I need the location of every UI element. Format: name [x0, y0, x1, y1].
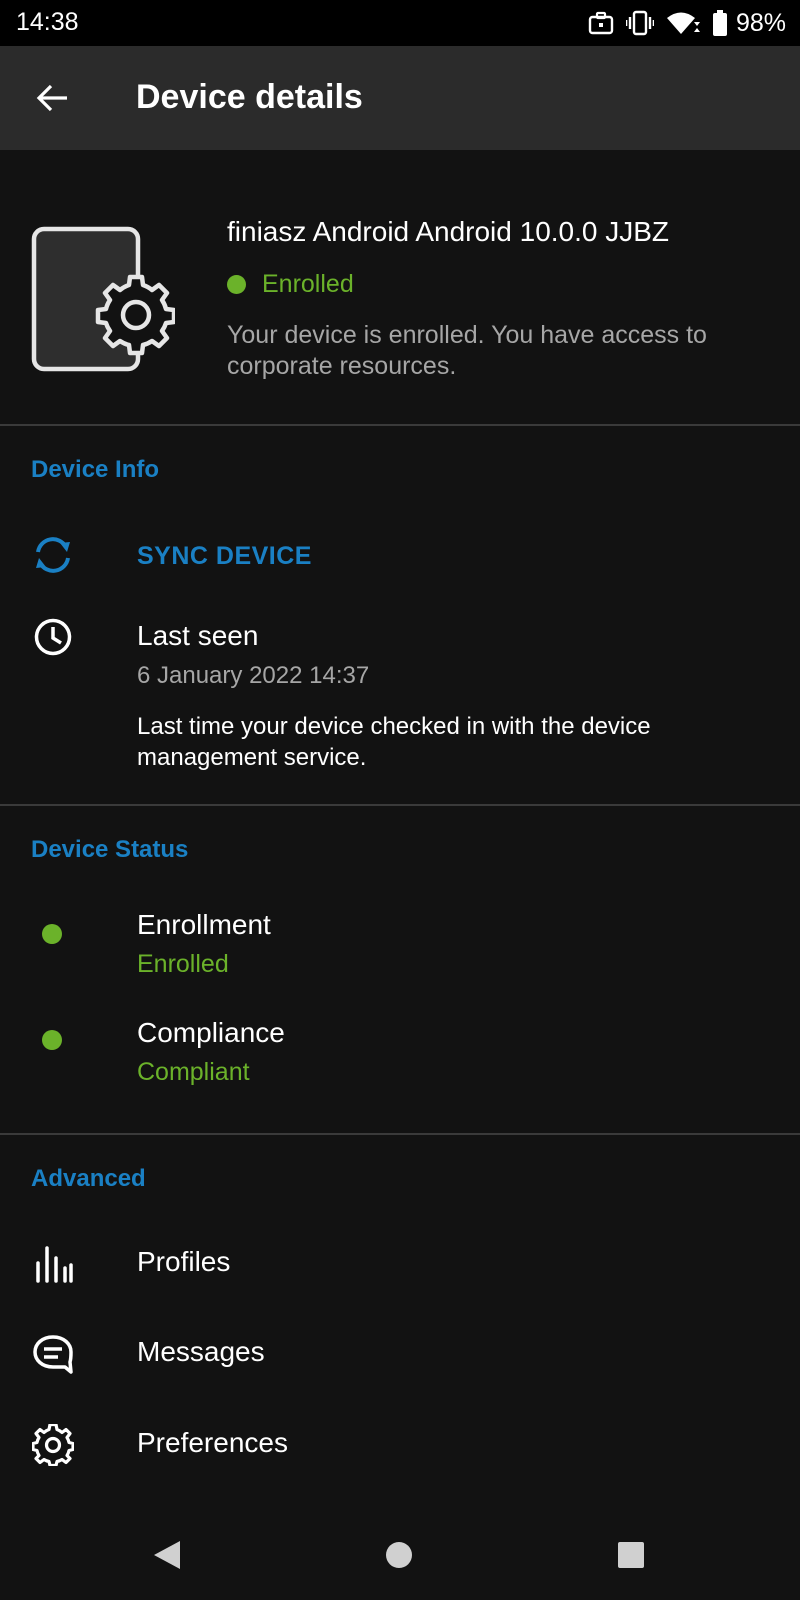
- messages-label: Messages: [137, 1336, 265, 1367]
- back-arrow-icon: [36, 84, 67, 112]
- gear-icon: [30, 1422, 76, 1468]
- status-dot: [227, 275, 246, 294]
- divider: [0, 1133, 800, 1135]
- page-title: Device details: [136, 78, 363, 116]
- device-settings-icon: [30, 225, 177, 375]
- battery-icon: [712, 10, 728, 36]
- divider: [0, 424, 800, 426]
- vibrate-icon: [625, 10, 654, 36]
- home-nav-icon: [386, 1542, 412, 1568]
- section-title-device-info: Device Info: [31, 456, 160, 483]
- compliance-status-dot: [42, 1030, 62, 1050]
- compliance-label: Compliance: [137, 1017, 285, 1048]
- device-name: finiasz Android Android 10.0.0 JJBZ: [227, 216, 670, 247]
- home-nav-button[interactable]: [374, 1530, 424, 1580]
- last-seen-label: Last seen: [137, 620, 259, 651]
- enrollment-value: Enrolled: [137, 950, 229, 978]
- sync-device-button[interactable]: SYNC DEVICE: [137, 542, 312, 571]
- device-header: finiasz Android Android 10.0.0 JJBZ Enro…: [0, 150, 800, 425]
- section-title-device-status: Device Status: [31, 836, 189, 863]
- status-icons: 98%: [588, 8, 786, 38]
- preferences-label: Preferences: [137, 1427, 288, 1458]
- profiles-icon: [30, 1241, 76, 1287]
- compliance-value: Compliant: [137, 1058, 250, 1086]
- messages-icon: [30, 1331, 76, 1377]
- recents-nav-icon: [618, 1542, 644, 1568]
- clock-icon: [30, 614, 76, 660]
- section-title-advanced: Advanced: [31, 1165, 146, 1192]
- battery-percent: 98%: [735, 8, 786, 37]
- wifi-icon: [666, 10, 700, 36]
- enrollment-status-text: Enrolled: [262, 270, 354, 298]
- profiles-label: Profiles: [137, 1246, 231, 1277]
- divider: [0, 804, 800, 806]
- back-nav-icon: [154, 1541, 180, 1569]
- last-seen-value: 6 January 2022 14:37: [137, 662, 370, 689]
- recents-nav-button[interactable]: [606, 1530, 656, 1580]
- back-nav-button[interactable]: [142, 1530, 192, 1580]
- last-seen-description: Last time your device checked in with th…: [137, 713, 651, 771]
- device-description: Your device is enrolled. You have access…: [227, 321, 707, 380]
- enrollment-label: Enrollment: [137, 909, 271, 940]
- work-profile-icon: [588, 10, 614, 36]
- status-bar: 14:38 98%: [0, 0, 800, 46]
- enrollment-status: Enrolled: [227, 270, 354, 299]
- enrollment-status-dot: [42, 924, 62, 944]
- status-time: 14:38: [16, 8, 79, 36]
- sync-icon[interactable]: [30, 532, 76, 578]
- system-nav-bar: [0, 1510, 800, 1600]
- app-bar: Device details: [0, 46, 800, 150]
- back-button[interactable]: [22, 68, 82, 128]
